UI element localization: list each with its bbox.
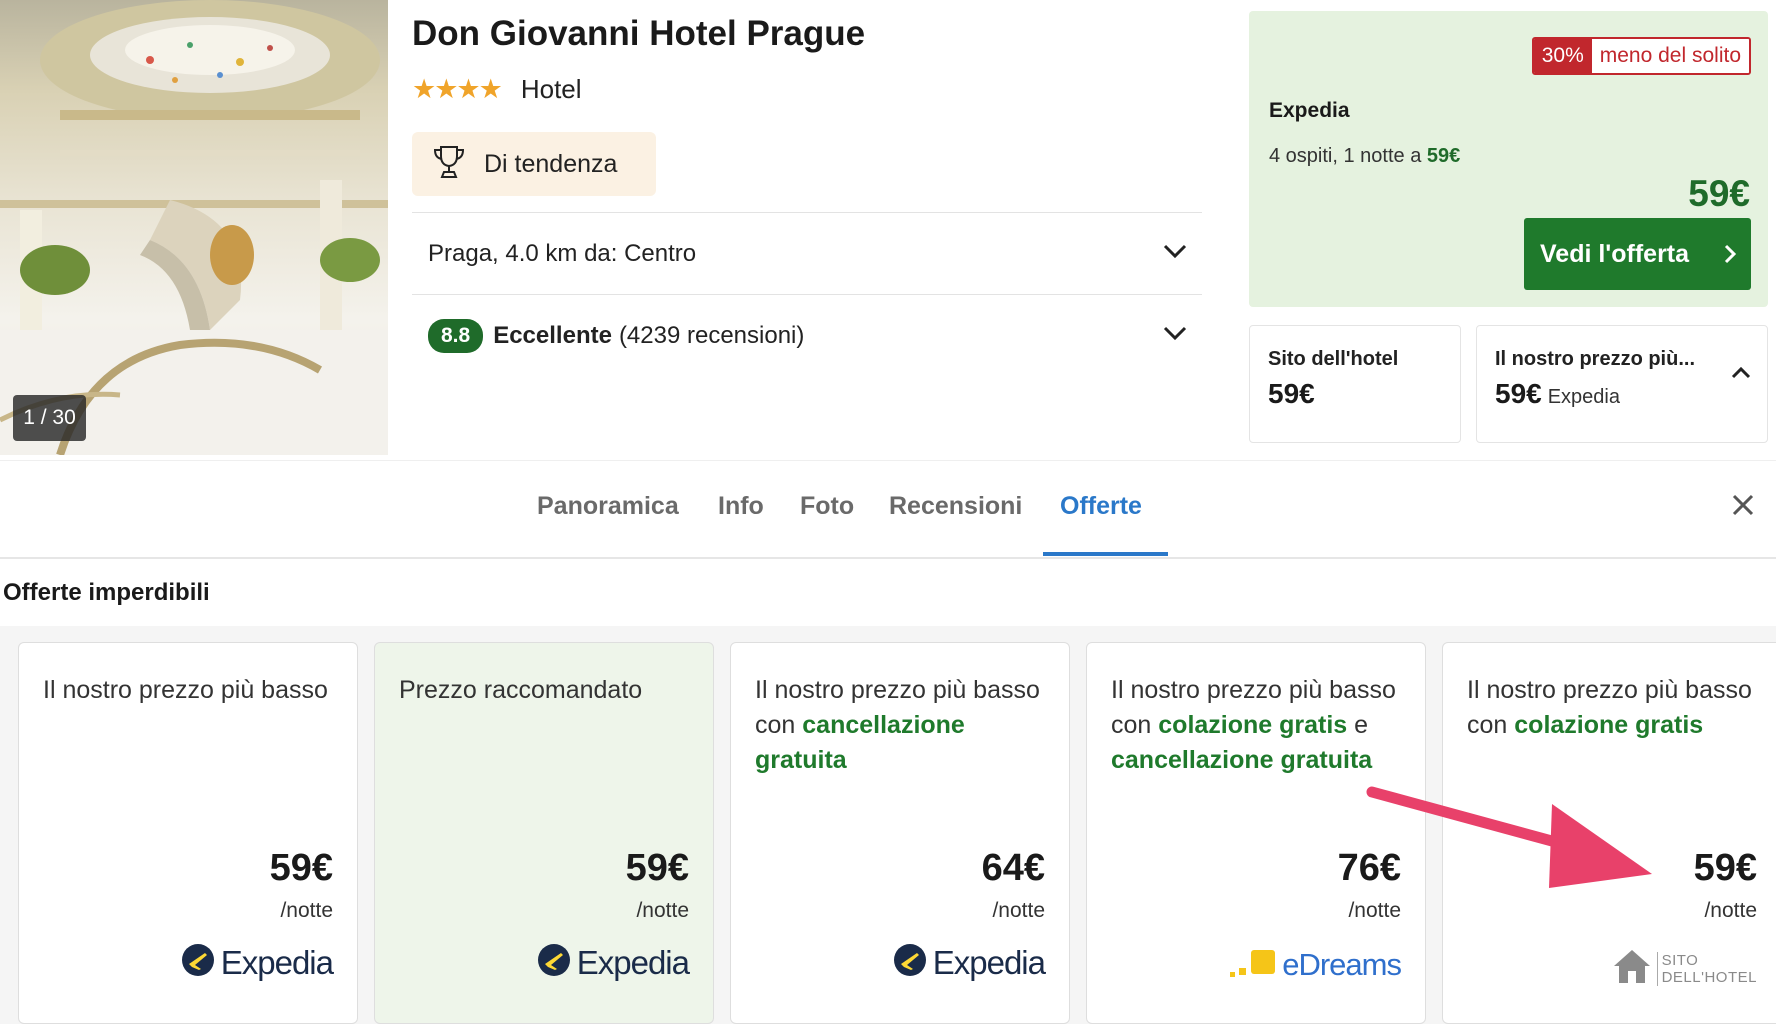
- lowest-price-label: Il nostro prezzo più...: [1495, 348, 1695, 370]
- offer-title-text: Il nostro prezzo più basso: [43, 676, 328, 704]
- hotel-site-price: 59€: [1268, 378, 1315, 409]
- deal-provider: Expedia: [1269, 99, 1350, 122]
- expedia-logo-icon: [893, 943, 927, 982]
- hotel-type: Hotel: [520, 74, 582, 104]
- expedia-logo-icon: [537, 943, 571, 982]
- provider-name: Expedia: [220, 943, 334, 981]
- hotel-site-label: Sito dell'hotel: [1268, 348, 1399, 370]
- annotation-arrow-icon: [1360, 770, 1680, 895]
- provider-name: eDreams: [1282, 947, 1402, 982]
- provider-logo: Expedia: [537, 943, 690, 982]
- provider-logo: SITO DELL'HOTEL: [1611, 947, 1757, 990]
- hotel-site-logo-text: SITO DELL'HOTEL: [1656, 951, 1757, 986]
- lowest-price-amount: 59€: [1495, 378, 1542, 409]
- hotel-site-price-card[interactable]: Sito dell'hotel 59€: [1249, 325, 1461, 443]
- hotel-photo[interactable]: 1 / 30: [0, 0, 388, 455]
- photo-counter: 1 / 30: [13, 395, 86, 441]
- tab-panoramica[interactable]: Panoramica: [537, 492, 679, 521]
- hotel-name[interactable]: Don Giovanni Hotel Prague: [412, 14, 865, 54]
- active-tab-indicator: [1043, 552, 1168, 556]
- review-count: (4239 recensioni): [618, 321, 805, 349]
- chevron-down-icon[interactable]: [1162, 321, 1188, 349]
- provider-name: Expedia: [932, 943, 1046, 981]
- offer-price: 64€: [981, 847, 1045, 889]
- trophy-icon: [432, 144, 466, 185]
- chevron-down-icon[interactable]: [1162, 239, 1188, 267]
- offer-title: Il nostro prezzo più basso con colazione…: [1111, 673, 1411, 778]
- offer-unit: /notte: [1704, 899, 1757, 922]
- location-text: Praga, 4.0 km da: Centro: [428, 239, 697, 267]
- provider-logo: Expedia: [181, 943, 334, 982]
- offer-title: Il nostro prezzo più basso con colazione…: [1467, 673, 1767, 743]
- house-icon: [1611, 947, 1653, 990]
- edreams-logo-icon: [1230, 948, 1278, 983]
- offer-unit: /notte: [280, 899, 333, 922]
- close-icon[interactable]: [1730, 492, 1756, 523]
- hotel-lobby-image: [0, 0, 388, 455]
- divider: [0, 460, 1776, 461]
- hotel-class-row: ★★★★ Hotel: [412, 74, 582, 105]
- expedia-logo-icon: [181, 943, 215, 982]
- section-title: Offerte imperdibili: [3, 579, 210, 606]
- offer-title: Il nostro prezzo più basso con cancellaz…: [755, 673, 1055, 778]
- view-offer-label: Vedi l'offerta: [1540, 239, 1690, 268]
- chevron-right-icon: [1723, 243, 1737, 272]
- offer-price: 59€: [1693, 847, 1757, 889]
- location-row[interactable]: Praga, 4.0 km da: Centro: [412, 212, 1202, 294]
- offer-title-highlight: colazione gratis: [1514, 711, 1704, 739]
- discount-badge: 30% meno del solito: [1531, 37, 1751, 75]
- rating-label: Eccellente: [493, 321, 612, 349]
- deal-desc-text: 4 ospiti, 1 notte a: [1269, 145, 1427, 167]
- offer-title: Il nostro prezzo più basso: [43, 673, 343, 708]
- detail-tabs: Panoramica Info Foto Recensioni Offerte: [0, 488, 1776, 558]
- provider-name-line1: SITO: [1661, 951, 1699, 969]
- provider-name: Expedia: [576, 943, 690, 981]
- tab-offerte[interactable]: Offerte: [1060, 492, 1142, 521]
- offer-price: 59€: [269, 847, 333, 889]
- tab-info[interactable]: Info: [718, 492, 764, 521]
- discount-percent: 30%: [1533, 39, 1592, 73]
- offer-unit: /notte: [636, 899, 689, 922]
- star-rating: ★★★★: [412, 74, 503, 104]
- offer-unit: /notte: [992, 899, 1045, 922]
- lowest-price-card[interactable]: Il nostro prezzo più... 59€ Expedia: [1476, 325, 1768, 443]
- offer-card-recommended[interactable]: Prezzo raccomandato 59€ /notte Expedia: [374, 642, 714, 1024]
- offer-price: 59€: [625, 847, 689, 889]
- view-offer-button[interactable]: Vedi l'offerta: [1524, 218, 1751, 290]
- tabs-divider: [0, 557, 1776, 559]
- offer-title-highlight: colazione gratis: [1158, 711, 1348, 739]
- offer-unit: /notte: [1348, 899, 1401, 922]
- deal-description: 4 ospiti, 1 notte a 59€: [1269, 145, 1460, 168]
- trending-label: Di tendenza: [484, 149, 618, 178]
- discount-label: meno del solito: [1591, 39, 1749, 73]
- lowest-price-value: 59€ Expedia: [1495, 378, 1620, 410]
- offer-title-highlight: cancellazione gratuita: [1111, 746, 1373, 774]
- deal-desc-price: 59€: [1426, 145, 1461, 167]
- deal-price: 59€: [1688, 173, 1750, 214]
- trending-badge: Di tendenza: [412, 132, 656, 196]
- offer-card[interactable]: Il nostro prezzo più basso 59€ /notte Ex…: [18, 642, 358, 1024]
- featured-deal[interactable]: 30% meno del solito Expedia 4 ospiti, 1 …: [1249, 11, 1768, 307]
- offer-title-text: Prezzo raccomandato: [399, 676, 643, 704]
- lowest-price-provider: Expedia: [1547, 386, 1620, 408]
- offer-title-text: e: [1347, 711, 1369, 739]
- rating-row[interactable]: 8.8 Eccellente (4239 recensioni): [412, 294, 1202, 376]
- provider-name-line2: DELL'HOTEL: [1661, 968, 1757, 986]
- tab-foto[interactable]: Foto: [800, 492, 854, 521]
- chevron-up-icon[interactable]: [1731, 366, 1751, 385]
- provider-logo: eDreams: [1230, 947, 1402, 983]
- rating-score: 8.8: [428, 318, 484, 353]
- tab-recensioni[interactable]: Recensioni: [889, 492, 1022, 521]
- provider-logo: Expedia: [893, 943, 1046, 982]
- offer-card[interactable]: Il nostro prezzo più basso con cancellaz…: [730, 642, 1070, 1024]
- offer-title: Prezzo raccomandato: [399, 673, 699, 708]
